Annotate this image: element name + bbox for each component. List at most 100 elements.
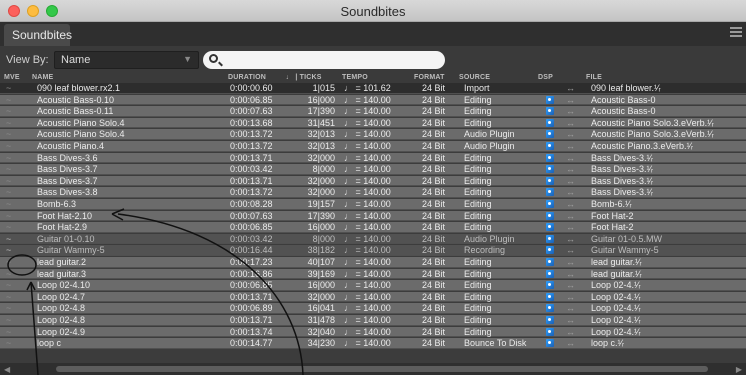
scroll-thumb[interactable] <box>56 366 708 372</box>
dsp-plugin-icon[interactable] <box>546 258 554 266</box>
cell-tempo: ♩ = 140.00 <box>344 152 391 163</box>
dsp-plugin-icon[interactable] <box>546 153 554 162</box>
table-row[interactable]: ~ Bass Dives-3.8 0:00:13.72 32|000 ♩ = 140.0… <box>0 187 746 198</box>
col-tempo[interactable]: TEMPO <box>342 74 368 81</box>
table-row[interactable]: ~090 leaf blower.rx2.1 0:00:00.60 1|015 ♩ =… <box>0 83 746 94</box>
cell-ticks: 8|000 <box>312 233 335 244</box>
hamburger-menu-icon[interactable] <box>730 27 742 39</box>
table-row[interactable]: ~ Loop 02-4.8 0:00:13.71 31|478 ♩ = 140.00 24… <box>0 315 746 326</box>
table-row[interactable]: ~ Loop 02-4.7 0:00:13.71 32|000 ♩ = 140.00 24… <box>0 291 746 303</box>
cell-ticks: 31|451 <box>307 117 335 128</box>
search-input[interactable] <box>223 52 438 67</box>
mve-icon: ~ <box>6 326 12 337</box>
link-icon: ↔ <box>566 326 575 337</box>
link-icon: ↔ <box>566 210 575 221</box>
dsp-plugin-icon[interactable] <box>546 304 554 313</box>
cell-ticks: 16|000 <box>307 94 335 105</box>
mve-icon: ~ <box>6 315 12 325</box>
dsp-plugin-icon[interactable] <box>546 339 554 348</box>
table-row[interactable]: ~ lead guitar.3 0:00:16.86 39|169 ♩ = 140.00… <box>0 268 746 280</box>
table-row[interactable]: ~ Loop 02-4.10 0:00:06.85 16|000 ♩ = 140.00 2… <box>0 280 746 291</box>
table-row[interactable]: ~ Foot Hat-2.10 0:00:07.63 17|390 ♩ = 140.00… <box>0 210 746 222</box>
cell-file: Foot Hat-2 <box>591 210 634 221</box>
table-row[interactable]: ~ loop c 0:00:14.77 34|230 ♩ = 140.00 24 Bit B… <box>0 338 746 349</box>
link-icon: ↔ <box>566 94 575 105</box>
column-header: MVE NAME DURATION ♩ | TICKS TEMPO FORMAT… <box>0 74 746 83</box>
table-row[interactable]: ~ lead guitar.2 0:00:17.23 40|107 ♩ = 140.00… <box>0 257 746 268</box>
cell-name: Foot Hat-2.10 <box>37 210 93 221</box>
cell-ticks: 1|015 <box>312 83 335 93</box>
col-dsp[interactable]: DSP <box>538 74 553 81</box>
cell-file: 090 leaf blower.¹⁄ᵣ <box>591 83 661 93</box>
table-row[interactable]: ~ Loop 02-4.8 0:00:06.89 16|041 ♩ = 140.00 24… <box>0 303 746 314</box>
dsp-plugin-icon[interactable] <box>546 281 554 290</box>
dsp-plugin-icon[interactable] <box>546 200 554 208</box>
dsp-plugin-icon[interactable] <box>546 211 554 220</box>
cell-source: Editing <box>464 268 492 279</box>
table-row[interactable]: ~ Acoustic Piano.4 0:00:13.72 32|013 ♩ = 140… <box>0 141 746 152</box>
link-icon: ↔ <box>566 187 575 198</box>
mve-icon: ~ <box>6 164 12 175</box>
cell-name: Foot Hat-2.9 <box>37 222 88 233</box>
tab-soundbites[interactable]: Soundbites <box>4 24 72 46</box>
dsp-plugin-icon[interactable] <box>546 327 554 336</box>
cell-name: Loop 02-4.7 <box>37 291 86 302</box>
table-row[interactable]: ~ Guitar Wammy-5 0:00:16.44 38|182 ♩ = 140.0… <box>0 245 746 256</box>
dsp-plugin-icon[interactable] <box>546 118 554 127</box>
cell-ticks: 32|013 <box>307 129 335 140</box>
view-by-select[interactable]: Name ▼ <box>54 51 199 69</box>
dsp-plugin-icon[interactable] <box>546 130 554 139</box>
table-row[interactable]: ~ Loop 02-4.9 0:00:13.74 32|040 ♩ = 140.00 24… <box>0 326 746 338</box>
cell-duration: 0:00:06.89 <box>230 303 273 314</box>
table-row[interactable]: ~ Acoustic Bass-0.10 0:00:06.85 16|000 ♩ = 1… <box>0 94 746 106</box>
col-name[interactable]: NAME <box>32 74 53 81</box>
dsp-plugin-icon[interactable] <box>546 269 554 278</box>
cell-name: Acoustic Piano Solo.4 <box>37 129 125 140</box>
dsp-plugin-icon[interactable] <box>546 188 554 197</box>
col-file[interactable]: FILE <box>586 74 602 81</box>
cell-duration: 0:00:13.72 <box>230 129 273 140</box>
table-row[interactable]: ~ Bass Dives-3.7 0:00:13.71 32|000 ♩ = 140.0… <box>0 175 746 187</box>
table-row[interactable]: ~ Acoustic Bass-0.11 0:00:07.63 17|390 ♩ = 1… <box>0 106 746 117</box>
col-mve[interactable]: MVE <box>4 74 20 81</box>
table-row[interactable]: ~ Bomb-6.3 0:00:08.28 19|157 ♩ = 140.00 24 Bi… <box>0 199 746 210</box>
soundbites-table: ~090 leaf blower.rx2.1 0:00:00.60 1|015 ♩ =… <box>0 83 746 363</box>
cell-name: loop c <box>37 338 62 349</box>
cell-tempo: ♩ = 101.62 <box>344 83 391 93</box>
search-box[interactable] <box>203 51 445 69</box>
cell-duration: 0:00:08.28 <box>230 199 273 209</box>
cell-format: 24 Bit <box>422 222 446 233</box>
table-row[interactable]: ~ Bass Dives-3.6 0:00:13.71 32|000 ♩ = 140.0… <box>0 152 746 164</box>
dsp-plugin-icon[interactable] <box>546 292 554 301</box>
table-row[interactable]: ~ Bass Dives-3.7 0:00:03.42 8|000 ♩ = 140.00… <box>0 164 746 175</box>
link-icon: ↔ <box>566 129 575 140</box>
dsp-plugin-icon[interactable] <box>546 246 554 255</box>
table-row[interactable]: ~ Acoustic Piano Solo.4 0:00:13.68 31|451 ♩ … <box>0 117 746 129</box>
scroll-left-icon[interactable]: ◀ <box>4 365 10 374</box>
col-source[interactable]: SOURCE <box>459 74 490 81</box>
dsp-plugin-icon[interactable] <box>546 142 554 150</box>
table-row[interactable]: ~ Foot Hat-2.9 0:00:06.85 16|000 ♩ = 140.00 2… <box>0 222 746 233</box>
dsp-plugin-icon[interactable] <box>546 234 554 243</box>
scroll-right-icon[interactable]: ▶ <box>736 365 742 374</box>
mve-icon: ~ <box>6 245 12 256</box>
cell-source: Editing <box>464 152 492 163</box>
table-row[interactable]: ~ Acoustic Piano Solo.4 0:00:13.72 32|013 ♩ … <box>0 129 746 140</box>
dsp-plugin-icon[interactable] <box>546 176 554 185</box>
cell-name: Acoustic Bass-0.11 <box>37 106 114 117</box>
dsp-plugin-icon[interactable] <box>546 165 554 174</box>
dsp-plugin-icon[interactable] <box>546 107 554 116</box>
cell-ticks: 38|182 <box>307 245 335 256</box>
cell-source: Import <box>464 83 490 93</box>
dsp-plugin-icon[interactable] <box>546 316 554 324</box>
col-ticks[interactable]: ♩ | TICKS <box>286 74 322 81</box>
cell-duration: 0:00:13.71 <box>230 152 273 163</box>
link-icon: ↔ <box>566 315 575 325</box>
col-format[interactable]: FORMAT <box>414 74 445 81</box>
table-row[interactable]: ~ Guitar 01-0.10 0:00:03.42 8|000 ♩ = 140.00… <box>0 233 746 245</box>
horizontal-scrollbar[interactable]: ◀ ▶ <box>0 363 746 375</box>
dsp-plugin-icon[interactable] <box>546 223 554 232</box>
dsp-plugin-icon[interactable] <box>546 95 554 104</box>
col-duration[interactable]: DURATION <box>228 74 266 81</box>
cell-tempo: ♩ = 140.00 <box>344 233 391 244</box>
